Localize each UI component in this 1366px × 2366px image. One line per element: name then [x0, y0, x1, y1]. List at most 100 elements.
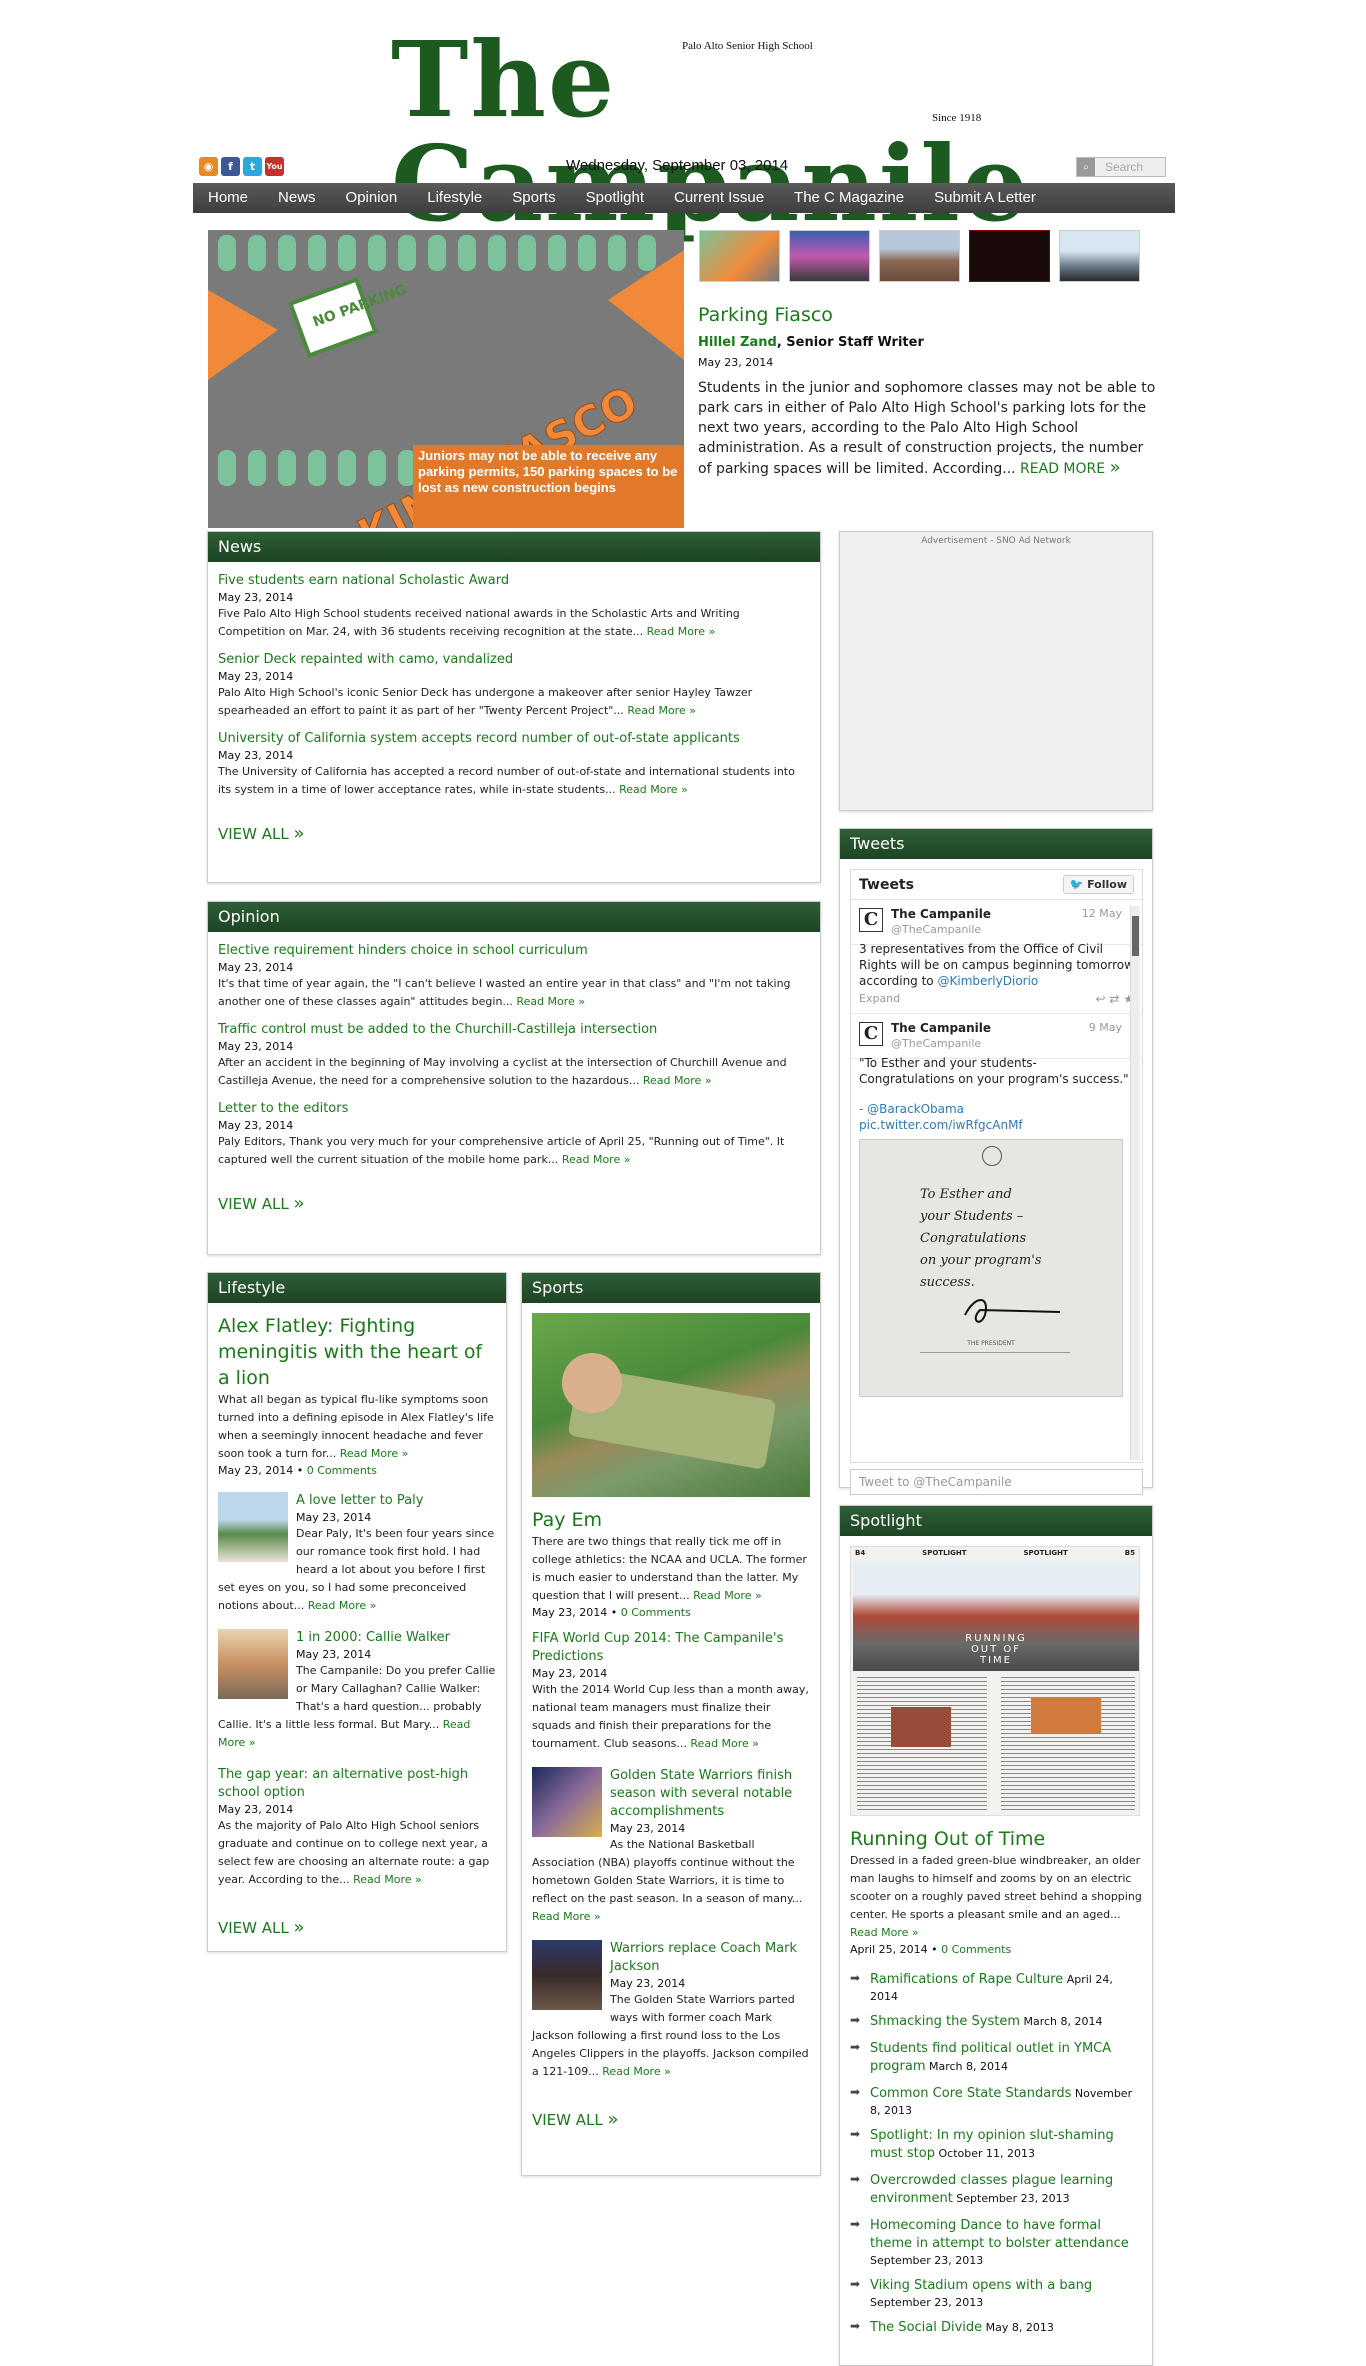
spotlight-lead-title[interactable]: Running Out of Time — [850, 1826, 1142, 1852]
lifestyle-view-all[interactable]: VIEW ALL » — [208, 1917, 506, 1938]
news-article-title[interactable]: Five students earn national Scholastic A… — [218, 572, 810, 590]
featured-read-more[interactable]: READ MORE » — [1020, 458, 1121, 478]
news-view-all[interactable]: VIEW ALL » — [208, 823, 820, 844]
opinion-view-all[interactable]: VIEW ALL » — [208, 1193, 820, 1214]
thumbnail-mountain[interactable] — [1059, 230, 1140, 282]
thumbnail-crowd[interactable] — [789, 230, 870, 282]
opinion-article-title[interactable]: Elective requirement hinders choice in s… — [218, 942, 810, 960]
news-article-title[interactable]: Senior Deck repainted with camo, vandali… — [218, 651, 810, 669]
scrollbar-thumb[interactable] — [1132, 916, 1139, 956]
avatar[interactable]: C — [859, 1022, 883, 1046]
list-item[interactable]: ➡ Common Core State Standards November 8,… — [850, 2085, 1142, 2118]
youtube-icon[interactable]: You — [265, 157, 284, 176]
featured-image[interactable]: NO PARKING PARKING FIASCO Juniors may no… — [208, 230, 684, 528]
masthead[interactable]: The Campanile Palo Alto Senior High Scho… — [193, 20, 1175, 236]
follow-label[interactable]: Follow — [1087, 878, 1127, 891]
comments-link[interactable]: 0 Comments — [941, 1943, 1011, 1956]
rss-icon[interactable]: ◉ — [199, 157, 218, 176]
list-item[interactable]: ➡ The Social Divide May 8, 2013 — [850, 2319, 1142, 2337]
list-item[interactable]: ➡ Homecoming Dance to have formal theme i… — [850, 2217, 1142, 2268]
list-item[interactable]: ➡ Shmacking the System March 8, 2014 — [850, 2013, 1142, 2031]
nav-current-issue[interactable]: Current Issue — [659, 183, 779, 213]
facebook-icon[interactable]: f — [221, 157, 240, 176]
read-more-link[interactable]: Read More » — [643, 1074, 712, 1087]
search-box[interactable]: ⌕ Search — [1076, 157, 1166, 177]
tweet-expand[interactable]: Expand — [859, 991, 900, 1007]
thumbnail-beach[interactable] — [879, 230, 960, 282]
tweet-handle[interactable]: @TheCampanile — [891, 922, 1134, 938]
follow-button[interactable]: 🐦 Follow — [1062, 875, 1134, 894]
news-header[interactable]: News — [208, 532, 820, 562]
spotlight-header[interactable]: Spotlight — [840, 1506, 1152, 1536]
list-item[interactable]: ➡ Students find political outlet in YMCA … — [850, 2040, 1142, 2076]
nav-opinion[interactable]: Opinion — [331, 183, 413, 213]
read-more-link[interactable]: Read More » — [562, 1153, 631, 1166]
tweets-scrollbar[interactable] — [1130, 906, 1140, 1460]
lifestyle-lead-title[interactable]: Alex Flatley: Fighting meningitis with t… — [218, 1313, 496, 1391]
view-all-label[interactable]: VIEW ALL — [218, 825, 289, 843]
opinion-article-title[interactable]: Traffic control must be added to the Chu… — [218, 1021, 810, 1039]
sports-lead-image[interactable] — [532, 1313, 810, 1497]
comments-link[interactable]: 0 Comments — [307, 1464, 377, 1477]
nav-c-magazine[interactable]: The C Magazine — [779, 183, 919, 213]
lifestyle-article-title[interactable]: The gap year: an alternative post-high s… — [218, 1766, 496, 1802]
read-more-link[interactable]: Read More » — [353, 1873, 422, 1886]
avatar[interactable]: C — [859, 908, 883, 932]
tweet-item[interactable]: C The Campanile @TheCampanile 12 May — [851, 900, 1142, 945]
nav-home[interactable]: Home — [193, 183, 263, 213]
sports-view-all[interactable]: VIEW ALL » — [522, 2109, 820, 2130]
read-more-link[interactable]: Read More » — [308, 1599, 377, 1612]
article-thumbnail[interactable] — [532, 1940, 602, 2010]
nav-submit-letter[interactable]: Submit A Letter — [919, 183, 1051, 213]
nav-news[interactable]: News — [263, 183, 331, 213]
search-icon[interactable]: ⌕ — [1077, 158, 1095, 176]
advertisement[interactable]: Advertisement - SNO Ad Network — [839, 531, 1153, 811]
nav-sports[interactable]: Sports — [497, 183, 570, 213]
featured-read-more-label[interactable]: READ MORE — [1020, 461, 1105, 477]
featured-author[interactable]: Hillel Zand — [698, 335, 777, 350]
read-more-link[interactable]: Read More » — [647, 625, 716, 638]
thumbnail-scoreboard[interactable] — [969, 230, 1050, 282]
article-thumbnail[interactable] — [218, 1492, 288, 1562]
sports-header[interactable]: Sports — [522, 1273, 820, 1303]
retweet-icon[interactable]: ⇄ — [1109, 992, 1119, 1006]
tweet-handle[interactable]: @TheCampanile — [891, 1036, 1134, 1052]
list-item[interactable]: ➡ Viking Stadium opens with a bang Septem… — [850, 2277, 1142, 2310]
opinion-header[interactable]: Opinion — [208, 902, 820, 932]
twitter-icon[interactable]: t — [243, 157, 262, 176]
thumbnail-parking[interactable] — [699, 230, 780, 282]
read-more-link[interactable]: Read More » — [340, 1447, 409, 1460]
tweet-time[interactable]: 12 May — [1082, 906, 1122, 922]
featured-title[interactable]: Parking Fiasco — [698, 304, 833, 326]
view-all-label[interactable]: VIEW ALL — [532, 2111, 603, 2129]
tweet-mention-link[interactable]: - @BarackObama — [859, 1101, 1134, 1117]
sports-article-title[interactable]: FIFA World Cup 2014: The Campanile's Pre… — [532, 1630, 810, 1666]
search-input[interactable]: Search — [1095, 160, 1143, 174]
read-more-link[interactable]: Read More » — [693, 1589, 762, 1602]
article-thumbnail[interactable] — [532, 1767, 602, 1837]
list-item[interactable]: ➡ Overcrowded classes plague learning env… — [850, 2172, 1142, 2208]
view-all-label[interactable]: VIEW ALL — [218, 1195, 289, 1213]
tweet-pic-link[interactable]: pic.twitter.com/iwRfgcAnMf — [859, 1117, 1134, 1133]
spotlight-spread-image[interactable]: B4 SPOTLIGHT SPOTLIGHT B5 RUNNING OUT OF… — [850, 1546, 1140, 1816]
opinion-article-title[interactable]: Letter to the editors — [218, 1100, 810, 1118]
nav-spotlight[interactable]: Spotlight — [571, 183, 659, 213]
read-more-link[interactable]: Read More » — [850, 1926, 919, 1939]
list-item[interactable]: ➡ Spotlight: In my opinion slut-shaming m… — [850, 2127, 1142, 2163]
nav-lifestyle[interactable]: Lifestyle — [412, 183, 497, 213]
tweet-compose-input[interactable]: Tweet to @TheCampanile — [850, 1469, 1143, 1495]
view-all-label[interactable]: VIEW ALL — [218, 1919, 289, 1937]
lifestyle-header[interactable]: Lifestyle — [208, 1273, 506, 1303]
comments-link[interactable]: 0 Comments — [621, 1606, 691, 1619]
tweet-time[interactable]: 9 May — [1089, 1020, 1122, 1036]
read-more-link[interactable]: Read More » — [602, 2065, 671, 2078]
sports-lead-title[interactable]: Pay Em — [532, 1507, 810, 1533]
article-thumbnail[interactable] — [218, 1629, 288, 1699]
tweet-mention-link[interactable]: @KimberlyDiorio — [937, 974, 1038, 988]
news-article-title[interactable]: University of California system accepts … — [218, 730, 810, 748]
tweet-photo[interactable]: To Esther and your Students – Congratula… — [859, 1139, 1123, 1397]
read-more-link[interactable]: Read More » — [627, 704, 696, 717]
tweets-header[interactable]: Tweets — [840, 829, 1152, 859]
read-more-link[interactable]: Read More » — [690, 1737, 759, 1750]
read-more-link[interactable]: Read More » — [619, 783, 688, 796]
